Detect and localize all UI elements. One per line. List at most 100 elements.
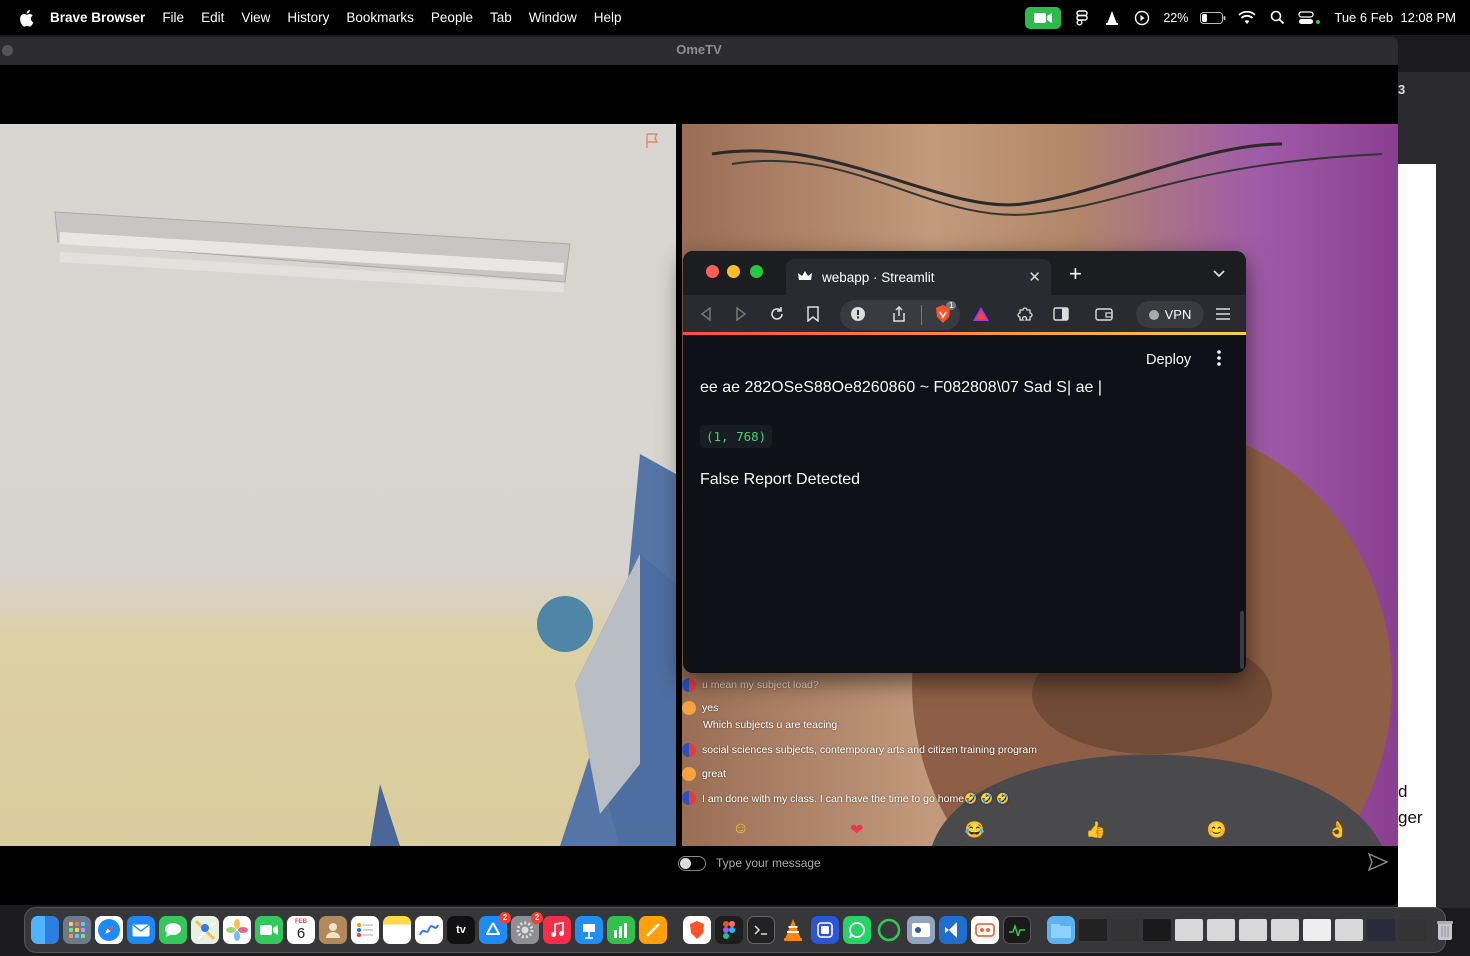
spotlight-search-icon[interactable] bbox=[1268, 10, 1286, 26]
reaction-smile-emoji[interactable]: ☺ bbox=[733, 820, 749, 840]
freeform-icon[interactable] bbox=[415, 916, 443, 944]
reminders-icon[interactable] bbox=[351, 916, 379, 944]
calendar-icon[interactable]: FEB 6 bbox=[287, 916, 315, 944]
menu-tab[interactable]: Tab bbox=[490, 10, 512, 25]
control-center-icon[interactable] bbox=[1298, 10, 1322, 26]
scrollbar[interactable] bbox=[1240, 611, 1244, 669]
minimized-window-thumbnail[interactable] bbox=[1207, 919, 1235, 941]
brave-browser-icon[interactable] bbox=[683, 916, 711, 944]
wifi-icon[interactable] bbox=[1238, 10, 1256, 26]
vscode-icon[interactable] bbox=[939, 916, 967, 944]
clock[interactable]: Tue 6 Feb 12:08 PM bbox=[1334, 10, 1456, 25]
minimized-window-thumbnail[interactable] bbox=[1175, 919, 1203, 941]
minimized-window-thumbnail[interactable] bbox=[1399, 919, 1427, 941]
trash-icon[interactable] bbox=[1431, 916, 1459, 944]
whatsapp-icon[interactable] bbox=[843, 916, 871, 944]
minimized-window-thumbnail[interactable] bbox=[1303, 919, 1331, 941]
minimized-window-thumbnail[interactable] bbox=[1111, 919, 1139, 941]
menu-help[interactable]: Help bbox=[594, 10, 622, 25]
app-store-icon[interactable]: 2 bbox=[479, 912, 511, 944]
safari-icon[interactable] bbox=[95, 916, 123, 944]
minimized-window-thumbnail[interactable] bbox=[1143, 919, 1171, 941]
figma-app-icon[interactable] bbox=[715, 916, 743, 944]
hamburger-menu-icon[interactable] bbox=[1213, 304, 1233, 324]
maps-icon[interactable] bbox=[191, 916, 219, 944]
tab-search-chevron-icon[interactable] bbox=[1213, 265, 1225, 281]
forward-icon[interactable] bbox=[731, 304, 751, 324]
window-titlebar[interactable]: OmeTV bbox=[0, 37, 1398, 65]
menu-file[interactable]: File bbox=[162, 10, 184, 25]
figma-icon[interactable] bbox=[1073, 9, 1091, 26]
menu-view[interactable]: View bbox=[241, 10, 270, 25]
messages-icon[interactable] bbox=[159, 916, 187, 944]
sidebar-toggle-icon[interactable] bbox=[1051, 304, 1071, 324]
translate-toggle[interactable] bbox=[678, 855, 706, 871]
preview-icon[interactable] bbox=[907, 916, 935, 944]
wallet-icon[interactable] bbox=[1094, 304, 1114, 324]
menu-edit[interactable]: Edit bbox=[201, 10, 224, 25]
camera-in-use-icon[interactable] bbox=[1025, 6, 1062, 29]
vpn-button[interactable]: VPN bbox=[1136, 301, 1204, 328]
play-circle-icon[interactable] bbox=[1133, 10, 1151, 26]
app-menu[interactable]: Brave Browser bbox=[50, 10, 145, 25]
menu-bookmarks[interactable]: Bookmarks bbox=[346, 10, 414, 25]
screen-app-icon[interactable] bbox=[811, 916, 839, 944]
main-menu-kebab-icon[interactable] bbox=[1217, 350, 1221, 371]
window-minimize-button[interactable] bbox=[727, 265, 740, 278]
message-input[interactable]: Type your message bbox=[716, 856, 821, 870]
report-flag-icon[interactable] bbox=[644, 132, 662, 155]
system-settings-icon[interactable]: 2 bbox=[511, 912, 543, 944]
minimized-window-thumbnail[interactable] bbox=[1079, 919, 1107, 941]
brave-rewards-icon[interactable] bbox=[971, 304, 991, 324]
downloads-folder-icon[interactable] bbox=[1047, 916, 1075, 944]
close-tab-icon[interactable]: ✕ bbox=[1028, 268, 1041, 286]
bookmark-icon[interactable] bbox=[803, 304, 823, 324]
finder-icon[interactable] bbox=[31, 916, 59, 944]
music-icon[interactable] bbox=[543, 916, 571, 944]
menu-window[interactable]: Window bbox=[529, 10, 577, 25]
facetime-icon[interactable] bbox=[255, 916, 283, 944]
contacts-icon[interactable] bbox=[319, 916, 347, 944]
terminal-icon[interactable] bbox=[747, 916, 775, 944]
reaction-thumbs-up-emoji[interactable]: 👍 bbox=[1086, 820, 1106, 840]
minimized-window-thumbnail[interactable] bbox=[1271, 919, 1299, 941]
share-icon[interactable] bbox=[889, 304, 909, 324]
new-tab-icon[interactable]: + bbox=[1069, 261, 1082, 287]
send-icon[interactable] bbox=[1367, 852, 1389, 876]
deploy-button[interactable]: Deploy bbox=[1146, 352, 1191, 368]
chat-message-text: social sciences subjects, contemporary a… bbox=[702, 744, 1037, 756]
vlc-app-icon[interactable] bbox=[779, 916, 807, 944]
menu-people[interactable]: People bbox=[431, 10, 473, 25]
apple-tv-icon[interactable]: tv bbox=[447, 916, 475, 944]
activity-monitor-icon[interactable] bbox=[1003, 916, 1031, 944]
ometv-app-icon[interactable] bbox=[971, 916, 999, 944]
notes-icon[interactable] bbox=[383, 916, 411, 944]
reload-icon[interactable] bbox=[767, 304, 787, 324]
reaction-heart-emoji[interactable]: ❤ bbox=[850, 820, 863, 840]
window-zoom-button[interactable] bbox=[750, 265, 763, 278]
keynote-icon[interactable] bbox=[575, 916, 603, 944]
tab-webapp[interactable]: webapp · Streamlit ✕ bbox=[786, 259, 1051, 295]
battery-icon[interactable] bbox=[1200, 10, 1226, 26]
loading-ring-app-icon[interactable] bbox=[875, 916, 903, 944]
back-icon[interactable] bbox=[696, 304, 716, 324]
background-window[interactable]: 3 d ger bbox=[1398, 72, 1470, 908]
numbers-icon[interactable] bbox=[607, 916, 635, 944]
minimized-window-thumbnail[interactable] bbox=[1367, 919, 1395, 941]
site-info-icon[interactable] bbox=[848, 304, 868, 324]
pages-icon[interactable] bbox=[639, 916, 667, 944]
launchpad-icon[interactable] bbox=[63, 916, 91, 944]
reaction-ok-emoji[interactable]: 👌 bbox=[1328, 820, 1348, 840]
reaction-laugh-emoji[interactable]: 😂 bbox=[964, 820, 984, 840]
menu-history[interactable]: History bbox=[287, 10, 329, 25]
minimized-window-thumbnail[interactable] bbox=[1239, 919, 1267, 941]
vlc-icon[interactable] bbox=[1103, 10, 1121, 26]
photos-icon[interactable] bbox=[223, 916, 251, 944]
minimized-window-thumbnail[interactable] bbox=[1335, 919, 1363, 941]
reaction-happy-emoji[interactable]: 😊 bbox=[1207, 820, 1227, 840]
window-close-button[interactable] bbox=[2, 45, 13, 56]
mail-icon[interactable] bbox=[127, 916, 155, 944]
window-close-button[interactable] bbox=[706, 265, 719, 278]
apple-menu-icon[interactable] bbox=[18, 9, 36, 27]
extensions-puzzle-icon[interactable] bbox=[1015, 304, 1035, 324]
